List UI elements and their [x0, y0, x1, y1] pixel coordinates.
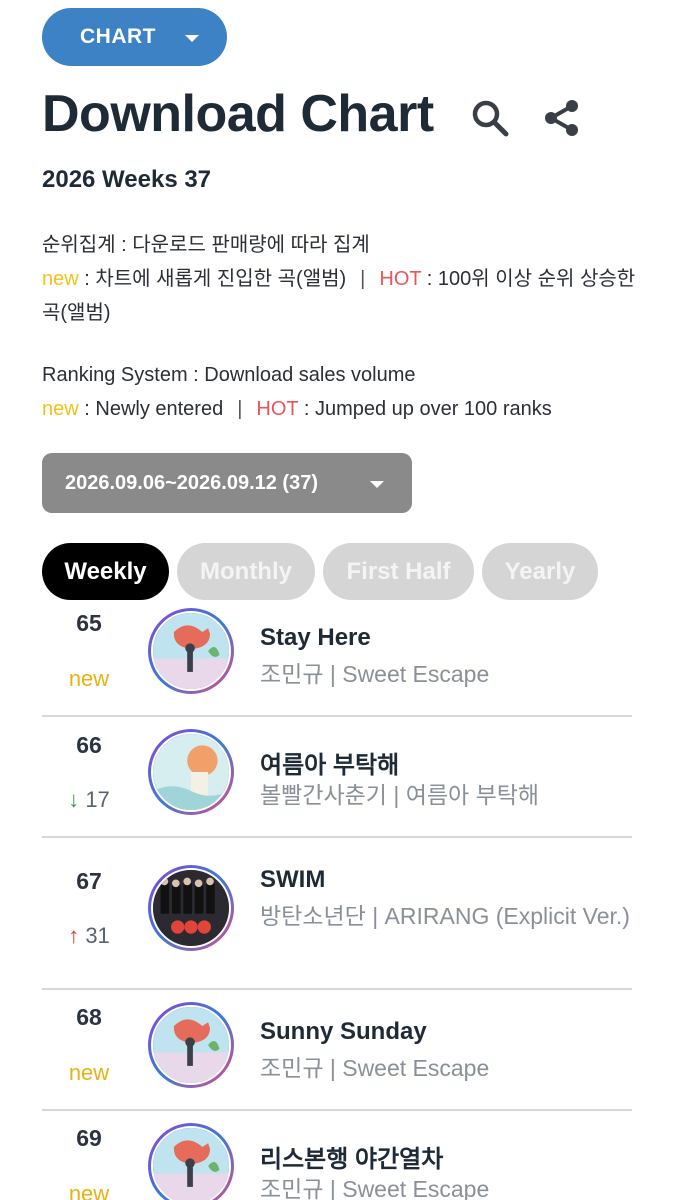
- tab-monthly[interactable]: Monthly: [177, 543, 315, 600]
- page-title: Download Chart: [42, 85, 434, 143]
- chart-row[interactable]: 68 new Sunny Sunday 조민규 | Sweet Escape: [42, 990, 632, 1111]
- song-artist-album: 조민규 | Sweet Escape: [260, 1176, 490, 1200]
- album-cover: [148, 1123, 234, 1200]
- rank-change-up: ↑ 31: [42, 923, 136, 949]
- album-art-image: [153, 1007, 229, 1083]
- album-art-image: [153, 613, 229, 689]
- chart-list: 65 new Stay Here 조민규 | Sweet Escape 66 ↓…: [42, 596, 632, 1200]
- song-artist-album: 조민규 | Sweet Escape: [260, 1055, 490, 1081]
- search-icon[interactable]: [468, 96, 512, 140]
- song-title: 리스본행 야간열차: [260, 1146, 444, 1173]
- song-title: SWIM: [260, 866, 326, 893]
- date-range-label: 2026.09.06~2026.09.12 (37): [65, 471, 318, 494]
- song-title: Sunny Sunday: [260, 1018, 427, 1045]
- hot-tag-en: HOT: [256, 398, 299, 420]
- chevron-down-icon: [370, 481, 384, 488]
- chart-menu-label: CHART: [80, 25, 156, 48]
- chart-menu-button[interactable]: CHART: [42, 8, 227, 66]
- rank-change-new: new: [68, 666, 110, 691]
- rank-change-value: 17: [85, 787, 110, 812]
- share-icon[interactable]: [540, 96, 584, 140]
- chevron-down-icon: [185, 35, 199, 42]
- album-cover: [148, 608, 234, 694]
- new-tag-en: new: [42, 398, 79, 420]
- description-english: Ranking System : Download sales volume n…: [42, 358, 642, 426]
- album-cover: [148, 1002, 234, 1088]
- new-text-en: : Newly entered: [78, 398, 224, 420]
- rank-number: 66: [76, 732, 102, 758]
- song-artist-album: 방탄소년단 | ARIRANG (Explicit Ver.): [260, 903, 630, 929]
- album-art-image: [153, 1128, 229, 1200]
- tab-weekly[interactable]: Weekly: [42, 543, 169, 600]
- period-tabs: Weekly Monthly First Half Yearly: [42, 543, 598, 600]
- rank-number: 69: [76, 1125, 102, 1151]
- arrow-down-icon: ↓: [68, 787, 80, 812]
- album-art-image: [153, 870, 229, 946]
- chart-row[interactable]: 69 new 리스본행 야간열차 조민규 | Sweet Escape: [42, 1111, 632, 1200]
- arrow-up-icon: ↑: [68, 923, 80, 948]
- album-cover: [148, 865, 234, 951]
- hot-text-en: : Jumped up over 100 ranks: [298, 398, 552, 420]
- song-title: Stay Here: [260, 624, 371, 651]
- separator-ko: |: [360, 268, 366, 290]
- song-artist-album: 조민규 | Sweet Escape: [260, 661, 490, 687]
- album-cover: [148, 729, 234, 815]
- week-label: 2026 Weeks 37: [42, 166, 212, 193]
- chart-row[interactable]: 66 ↓ 17 여름아 부탁해 볼빨간사춘기 | 여름아 부탁해: [42, 717, 632, 838]
- chart-row[interactable]: 65 new Stay Here 조민규 | Sweet Escape: [42, 596, 632, 717]
- tab-first-half[interactable]: First Half: [323, 543, 474, 600]
- hot-tag-ko: HOT: [379, 268, 422, 290]
- ranking-system-en: Ranking System : Download sales volume: [42, 364, 416, 386]
- chart-row[interactable]: 67 ↑ 31 SWIM 방탄소년단 | ARIRANG (Explicit V…: [42, 838, 632, 990]
- song-title: 여름아 부탁해: [260, 752, 400, 779]
- new-text-ko: : 차트에 새롭게 진입한 곡(앨범): [78, 268, 347, 290]
- new-tag-ko: new: [42, 268, 79, 290]
- rank-change-new: new: [68, 1060, 110, 1085]
- separator-en: |: [237, 398, 243, 420]
- rank-number: 67: [76, 868, 102, 894]
- rank-change-value: 31: [85, 923, 110, 948]
- rank-number: 65: [76, 610, 102, 636]
- date-range-dropdown[interactable]: 2026.09.06~2026.09.12 (37): [42, 453, 412, 513]
- rank-change-down: ↓ 17: [42, 787, 136, 813]
- tab-yearly[interactable]: Yearly: [482, 543, 598, 600]
- rank-change-new: new: [68, 1181, 110, 1200]
- ranking-system-ko: 순위집계 : 다운로드 판매량에 따라 집계: [42, 234, 370, 256]
- album-art-image: [153, 734, 229, 810]
- rank-number: 68: [76, 1004, 102, 1030]
- description-korean: 순위집계 : 다운로드 판매량에 따라 집계 new : 차트에 새롭게 진입한…: [42, 228, 642, 330]
- song-artist-album: 볼빨간사춘기 | 여름아 부탁해: [260, 782, 540, 808]
